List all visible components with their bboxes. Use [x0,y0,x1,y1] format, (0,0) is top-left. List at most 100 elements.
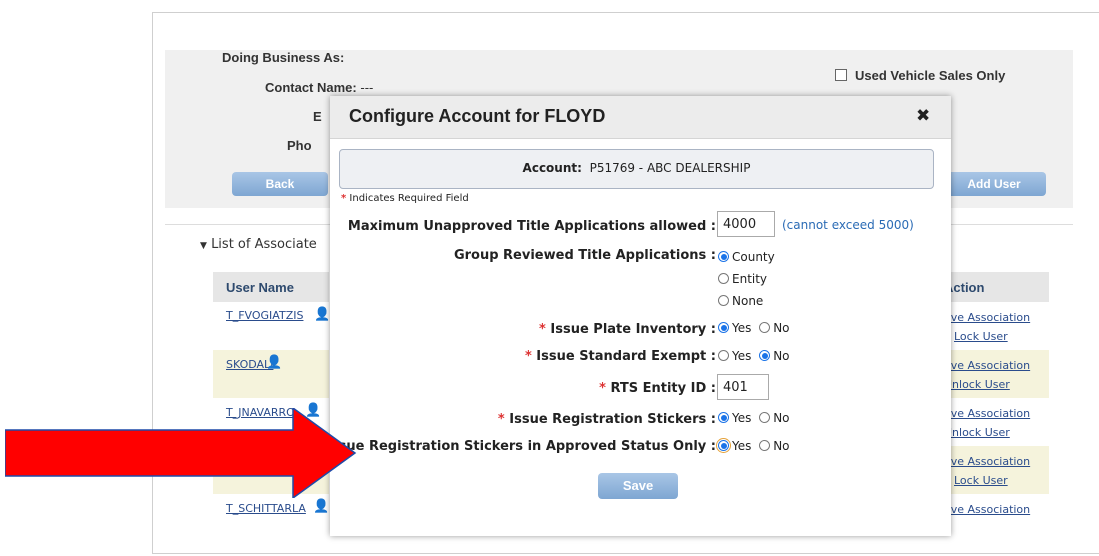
user-icon: 👤 [314,307,331,322]
radio-icon [759,440,771,451]
user-icon: 👤 [266,355,283,370]
user-link[interactable]: T_SCHITTARLA [226,502,306,515]
label-text: Issue Registration Stickers : [509,412,716,427]
account-summary-box: Account: P51769 - ABC DEALERSHIP [339,149,934,189]
user-link[interactable]: T_FVOGIATZIS [226,309,303,322]
required-star: * [524,349,532,364]
group-reviewed-label: Group Reviewed Title Applications : [453,248,716,263]
dialog-header: Configure Account for FLOYD ✖ [330,96,951,139]
label-text: Issue Registration Stickers in Approved … [326,439,716,454]
plate-inventory-options: Yes No [718,321,790,335]
group-option-county[interactable]: County [718,250,775,264]
dialog-title: Configure Account for FLOYD [349,106,606,126]
group-option-entity[interactable]: Entity [718,272,767,286]
used-vehicle-checkbox[interactable] [835,69,847,81]
option-label: No [773,439,790,453]
radio-selected-icon [718,251,729,262]
account-summary: Account: P51769 - ABC DEALERSHIP [340,161,933,175]
option-label: No [773,321,790,335]
table-row-actions: ove Association Unlock User [936,350,1049,398]
radio-selected-icon [718,322,729,333]
label-text: Issue Plate Inventory : [550,322,716,337]
used-vehicle-label: Used Vehicle Sales Only [855,68,1006,83]
table-row: SKODALI 👤 [213,350,329,398]
configure-account-dialog: Configure Account for FLOYD ✖ Account: P… [315,96,951,536]
remove-association-link[interactable]: ove Association [944,455,1030,468]
required-star: * [497,412,505,427]
lock-user-link[interactable]: Lock User [954,474,1008,487]
remove-association-link[interactable]: ove Association [944,359,1030,372]
radio-icon [718,350,729,361]
table-row-actions: ove Association [936,494,1049,522]
rts-entity-input[interactable]: 401 [717,374,769,400]
reg-stickers-yes[interactable]: Yes [718,411,751,425]
close-icon[interactable]: ✖ [916,106,930,126]
required-note-text: Indicates Required Field [349,193,469,204]
unlock-user-link[interactable]: Unlock User [944,426,1010,439]
table-row-actions: ove Association Unlock User [936,398,1049,446]
unlock-user-link[interactable]: Unlock User [944,378,1010,391]
user-icon: 👤 [313,499,330,514]
plate-inventory-yes[interactable]: Yes [718,321,751,335]
user-name-header-cell: User Name [213,272,329,302]
required-star: * [341,193,347,204]
associated-users-section-toggle[interactable]: ▼ List of Associate [200,237,317,252]
standard-exempt-yes[interactable]: Yes [718,349,751,363]
option-label: No [773,411,790,425]
reg-stickers-options: Yes No [718,411,790,425]
reg-stickers-approved-yes[interactable]: Yes [716,438,751,453]
doing-business-as-label: Doing Business As: [222,50,345,65]
contact-name-label: Contact Name: --- [265,80,374,95]
standard-exempt-options: Yes No [718,349,790,363]
option-label: County [732,250,775,264]
lock-user-link[interactable]: Lock User [954,330,1008,343]
rts-entity-label: * RTS Entity ID : [599,381,716,396]
option-label: Entity [732,272,768,286]
section-title: List of Associate [211,237,317,252]
required-star: * [539,322,546,337]
radio-icon [718,295,729,306]
plate-inventory-label: * Issue Plate Inventory : [539,322,716,337]
reg-stickers-approved-no[interactable]: No [759,439,790,453]
back-button[interactable]: Back [232,172,328,196]
standard-exempt-no[interactable]: No [759,349,790,363]
max-unapproved-input[interactable]: 4000 [717,211,775,237]
arrow-shape [5,408,357,498]
radio-icon [718,273,729,284]
radio-selected-icon [759,350,771,361]
table-row-actions: ove Association Lock User [936,302,1049,350]
option-label: Yes [732,349,752,363]
add-user-button[interactable]: Add User [942,172,1046,196]
remove-association-link[interactable]: ove Association [944,311,1030,324]
action-header-cell: Action [936,272,1049,302]
label-text: Issue Standard Exempt : [536,349,716,364]
caret-down-icon: ▼ [200,241,207,251]
option-label: No [773,349,790,363]
group-option-none[interactable]: None [718,294,763,308]
required-star: * [599,381,606,396]
plate-inventory-no[interactable]: No [759,321,790,335]
red-arrow-annotation [5,408,357,498]
save-button[interactable]: Save [598,473,678,499]
table-row-actions: ove Association Lock User [936,446,1049,494]
standard-exempt-label: * Issue Standard Exempt : [525,349,716,364]
required-field-note: * Indicates Required Field [341,193,469,204]
reg-stickers-approved-label: * Issue Registration Stickers in Approve… [315,439,716,454]
reg-stickers-approved-options: Yes No [716,438,790,453]
radio-selected-icon [716,438,731,453]
label-text: RTS Entity ID : [610,381,716,396]
remove-association-link[interactable]: ove Association [944,503,1030,516]
reg-stickers-no[interactable]: No [759,411,790,425]
option-label: Yes [732,411,752,425]
email-label: E [313,109,322,124]
radio-icon [759,412,771,423]
option-label: None [732,294,764,308]
remove-association-link[interactable]: ove Association [944,407,1030,420]
radio-icon [759,322,771,333]
table-row: T_SCHITTARLA 👤 [213,494,329,522]
account-value: P51769 - ABC DEALERSHIP [589,161,751,175]
account-label: Account: [522,161,582,175]
reg-stickers-label: * Issue Registration Stickers : [498,412,716,427]
user-name-header: User Name [226,280,294,295]
max-unapproved-hint: (cannot exceed 5000) [782,218,914,232]
